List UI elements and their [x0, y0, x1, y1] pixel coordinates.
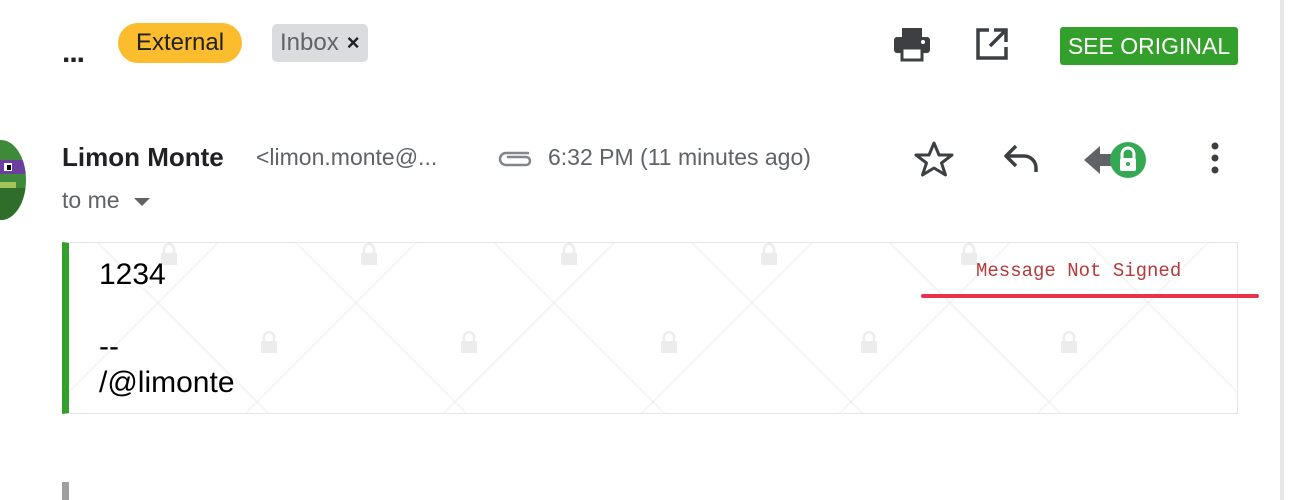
recipient-label: to me [62, 187, 120, 213]
lock-watermark-icon [361, 243, 377, 265]
remove-label-icon[interactable]: × [347, 24, 360, 62]
body-line [99, 293, 235, 329]
body-line: -- [99, 330, 119, 363]
reply-icon[interactable] [1002, 142, 1042, 176]
lock-watermark-icon [661, 331, 677, 353]
highlight-underline [921, 294, 1259, 298]
lock-watermark-icon [861, 331, 877, 353]
body-line: /@limonte [99, 366, 235, 399]
scrollbar-track[interactable] [1280, 0, 1284, 500]
next-message-border [62, 482, 69, 500]
timestamp: 6:32 PM (11 minutes ago) [548, 144, 811, 170]
label-inbox[interactable]: Inbox × [272, 24, 368, 62]
signature-status: Message Not Signed [976, 260, 1182, 282]
recipient-details-toggle[interactable]: to me [62, 187, 150, 214]
open-in-new-icon[interactable] [974, 26, 1010, 62]
message-text: 1234 -- /@limonte [99, 257, 235, 401]
lock-watermark-icon [561, 243, 577, 265]
more-options-button[interactable]: ... [62, 38, 85, 68]
see-original-button[interactable]: SEE ORIGINAL [1060, 27, 1238, 65]
label-inbox-text: Inbox [280, 29, 339, 56]
body-line: 1234 [99, 258, 166, 291]
sender-email[interactable]: <limon.monte@... [256, 144, 437, 171]
label-external-text: External [136, 29, 225, 56]
lock-watermark-icon [1061, 331, 1077, 353]
lock-watermark-icon [461, 331, 477, 353]
sender-name[interactable]: Limon Monte [62, 142, 224, 173]
avatar[interactable] [0, 140, 26, 220]
lock-watermark-icon [261, 331, 277, 353]
print-icon[interactable] [892, 26, 932, 62]
forward-lock-icon[interactable] [1080, 138, 1150, 182]
star-icon[interactable] [914, 140, 954, 178]
lock-watermark-icon [761, 243, 777, 265]
more-vert-icon[interactable] [1202, 140, 1228, 178]
label-external[interactable]: External [118, 23, 243, 63]
caret-down-icon [133, 197, 150, 206]
attachment-icon [498, 151, 532, 167]
